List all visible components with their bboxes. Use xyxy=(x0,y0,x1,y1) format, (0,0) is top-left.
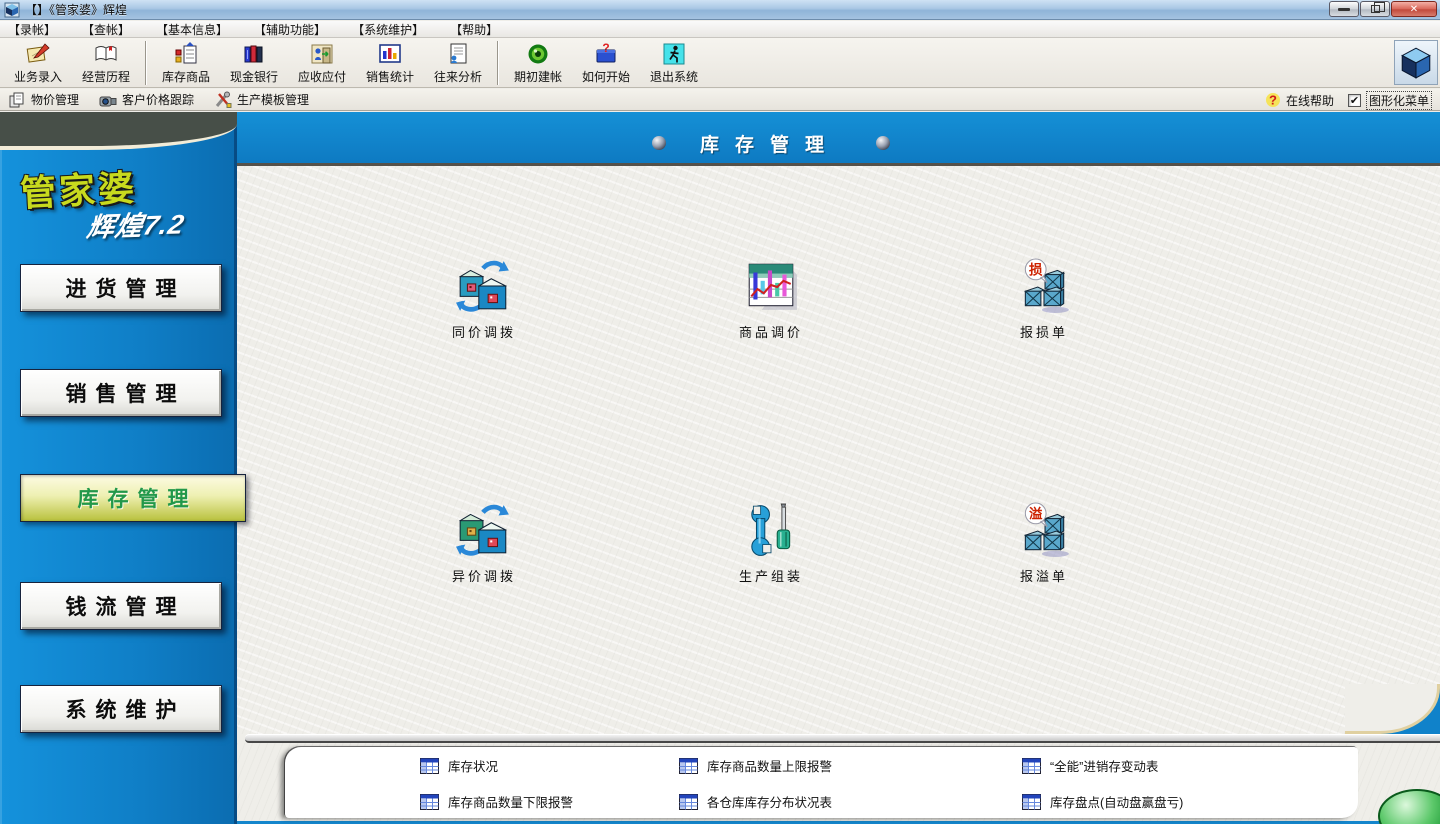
svg-text:?: ? xyxy=(602,41,609,55)
bottom-strip: 库存状况 库存商品数量上限报警 “全能”进销存变动表 xyxy=(237,743,1440,824)
ledger-book-icon xyxy=(93,41,119,67)
svg-text:?: ? xyxy=(1269,93,1277,108)
title-bar: 【】《管家婆》辉煌 ✕ xyxy=(0,0,1440,20)
app-production-assembly[interactable]: 生产组装 xyxy=(705,502,837,585)
app-window: 【】《管家婆》辉煌 ✕ 【录帐】 【查帐】 【基本信息】 【辅助功能】 【系统维… xyxy=(0,0,1440,824)
loss-report-boxes-icon: 损 xyxy=(1016,258,1072,314)
toolbar-exit-system[interactable]: 退出系统 xyxy=(640,40,708,86)
svg-text:损: 损 xyxy=(1029,262,1043,278)
content-area: 同价调拨 商品调价 xyxy=(237,166,1440,734)
toolbar-cash-bank[interactable]: 现金银行 xyxy=(220,40,288,86)
toolbar-contacts-analysis[interactable]: 往来分析 xyxy=(424,40,492,86)
brand-cube-logo xyxy=(1394,40,1438,85)
restore-button[interactable] xyxy=(1360,1,1390,17)
menu-bar: 【录帐】 【查帐】 【基本信息】 【辅助功能】 【系统维护】 【帮助】 xyxy=(0,21,1440,38)
sidebar-item-sales-management[interactable]: 销售管理 xyxy=(20,369,222,417)
table-report-icon xyxy=(679,758,698,774)
cash-bank-icon xyxy=(241,41,267,67)
report-lower-limit-alarm[interactable]: 库存商品数量下限报警 xyxy=(420,792,573,811)
assembly-tools-icon xyxy=(743,502,799,558)
table-report-icon xyxy=(679,794,698,810)
sidebar-item-system-maintenance[interactable]: 系统维护 xyxy=(20,685,222,733)
table-report-icon xyxy=(1022,794,1041,810)
menu-record[interactable]: 【录帐】 xyxy=(8,21,56,38)
stock-goods-icon xyxy=(173,41,199,67)
brand-version-text: 辉煌7.2 xyxy=(84,202,188,244)
sidebar-item-purchase-management[interactable]: 进货管理 xyxy=(20,264,222,312)
toolbar-how-to-start[interactable]: ? 如何开始 xyxy=(572,40,640,86)
section-title: 库存管理 xyxy=(560,130,980,157)
sidebar-item-inventory-management[interactable]: 库存管理 xyxy=(20,474,246,522)
overflow-report-boxes-icon: 溢 xyxy=(1016,502,1072,558)
toolbar-business-entry[interactable]: 业务录入 xyxy=(4,40,72,86)
template-tools-icon xyxy=(214,91,232,109)
separator-ridge xyxy=(245,734,1440,743)
toolbar2-customer-price-tracking[interactable]: 客户价格跟踪 xyxy=(99,91,194,109)
cube-3d-icon xyxy=(1398,45,1434,81)
main-toolbar: 业务录入 经营历程 库存商品 xyxy=(0,38,1440,88)
menu-aux-functions[interactable]: 【辅助功能】 xyxy=(254,21,326,38)
toolbar-sales-stats[interactable]: 销售统计 xyxy=(356,40,424,86)
toolbar-stock-goods[interactable]: 库存商品 xyxy=(152,40,220,86)
pen-paper-icon xyxy=(25,41,51,67)
howto-book-icon: ? xyxy=(593,41,619,67)
close-icon: ✕ xyxy=(1410,4,1418,15)
init-account-icon xyxy=(525,41,551,67)
minimize-icon xyxy=(1338,8,1350,11)
app-overflow-report[interactable]: 溢 报溢单 xyxy=(978,502,1110,585)
price-pages-icon xyxy=(8,91,26,109)
report-stock-count[interactable]: 库存盘点(自动盘赢盘亏) xyxy=(1022,792,1183,811)
report-allround-change-table[interactable]: “全能”进销存变动表 xyxy=(1022,756,1158,775)
contacts-analysis-icon xyxy=(445,41,471,67)
table-report-icon xyxy=(420,794,439,810)
app-goods-reprice[interactable]: 商品调价 xyxy=(705,258,837,341)
app-diff-price-transfer[interactable]: 异价调拨 xyxy=(418,502,550,585)
checkbox-checked-icon[interactable]: ✔ xyxy=(1348,94,1361,107)
menu-query[interactable]: 【查帐】 xyxy=(82,21,130,38)
sphere-ornament-icon xyxy=(876,136,890,150)
window-title: 【】《管家婆》辉煌 xyxy=(25,1,127,18)
price-track-icon xyxy=(99,91,117,109)
help-question-icon: ? xyxy=(1265,92,1281,108)
app-cube-icon xyxy=(4,2,20,18)
toolbar-separator xyxy=(145,41,147,85)
reports-panel: 库存状况 库存商品数量上限报警 “全能”进销存变动表 xyxy=(285,747,1358,818)
menu-system-maintenance[interactable]: 【系统维护】 xyxy=(352,21,424,38)
toolbar2-production-template[interactable]: 生产模板管理 xyxy=(214,91,309,109)
toolbar-business-history[interactable]: 经营历程 xyxy=(72,40,140,86)
app-same-price-transfer[interactable]: 同价调拨 xyxy=(418,258,550,341)
online-help[interactable]: ? 在线帮助 xyxy=(1265,92,1334,109)
toolbar-init-account[interactable]: 期初建帐 xyxy=(504,40,572,86)
table-report-icon xyxy=(420,758,439,774)
menu-help[interactable]: 【帮助】 xyxy=(450,21,498,38)
minimize-button[interactable] xyxy=(1329,1,1359,17)
exit-runner-icon xyxy=(661,41,687,67)
report-warehouse-distribution[interactable]: 各仓库库存分布状况表 xyxy=(679,792,832,811)
toolbar2-price-management[interactable]: 物价管理 xyxy=(8,91,79,109)
toolbar-receivable-payable[interactable]: 应收应付 xyxy=(288,40,356,86)
toolbar-separator xyxy=(497,41,499,85)
close-button[interactable]: ✕ xyxy=(1391,1,1437,17)
graphic-menu-toggle[interactable]: ✔ 图形化菜单 xyxy=(1348,91,1432,110)
menu-basic-info[interactable]: 【基本信息】 xyxy=(156,21,228,38)
diff-price-transfer-icon xyxy=(456,502,512,558)
green-orb-ornament xyxy=(1378,789,1440,824)
sales-chart-icon xyxy=(377,41,403,67)
table-report-icon xyxy=(1022,758,1041,774)
goods-reprice-chart-icon xyxy=(743,258,799,314)
restore-icon xyxy=(1371,5,1380,13)
same-price-transfer-icon xyxy=(456,258,512,314)
report-upper-limit-alarm[interactable]: 库存商品数量上限报警 xyxy=(679,756,832,775)
app-loss-report[interactable]: 损 报损单 xyxy=(978,258,1110,341)
sidebar: 管家婆 辉煌7.2 进货管理 销售管理 库存管理 钱流管理 系统维护 xyxy=(0,112,237,824)
report-stock-status[interactable]: 库存状况 xyxy=(420,756,498,775)
secondary-toolbar: 物价管理 客户价格跟踪 生产模板管理 ? xyxy=(0,89,1440,111)
svg-text:溢: 溢 xyxy=(1029,506,1043,522)
receivable-payable-icon xyxy=(309,41,335,67)
sidebar-item-cashflow-management[interactable]: 钱流管理 xyxy=(20,582,222,630)
